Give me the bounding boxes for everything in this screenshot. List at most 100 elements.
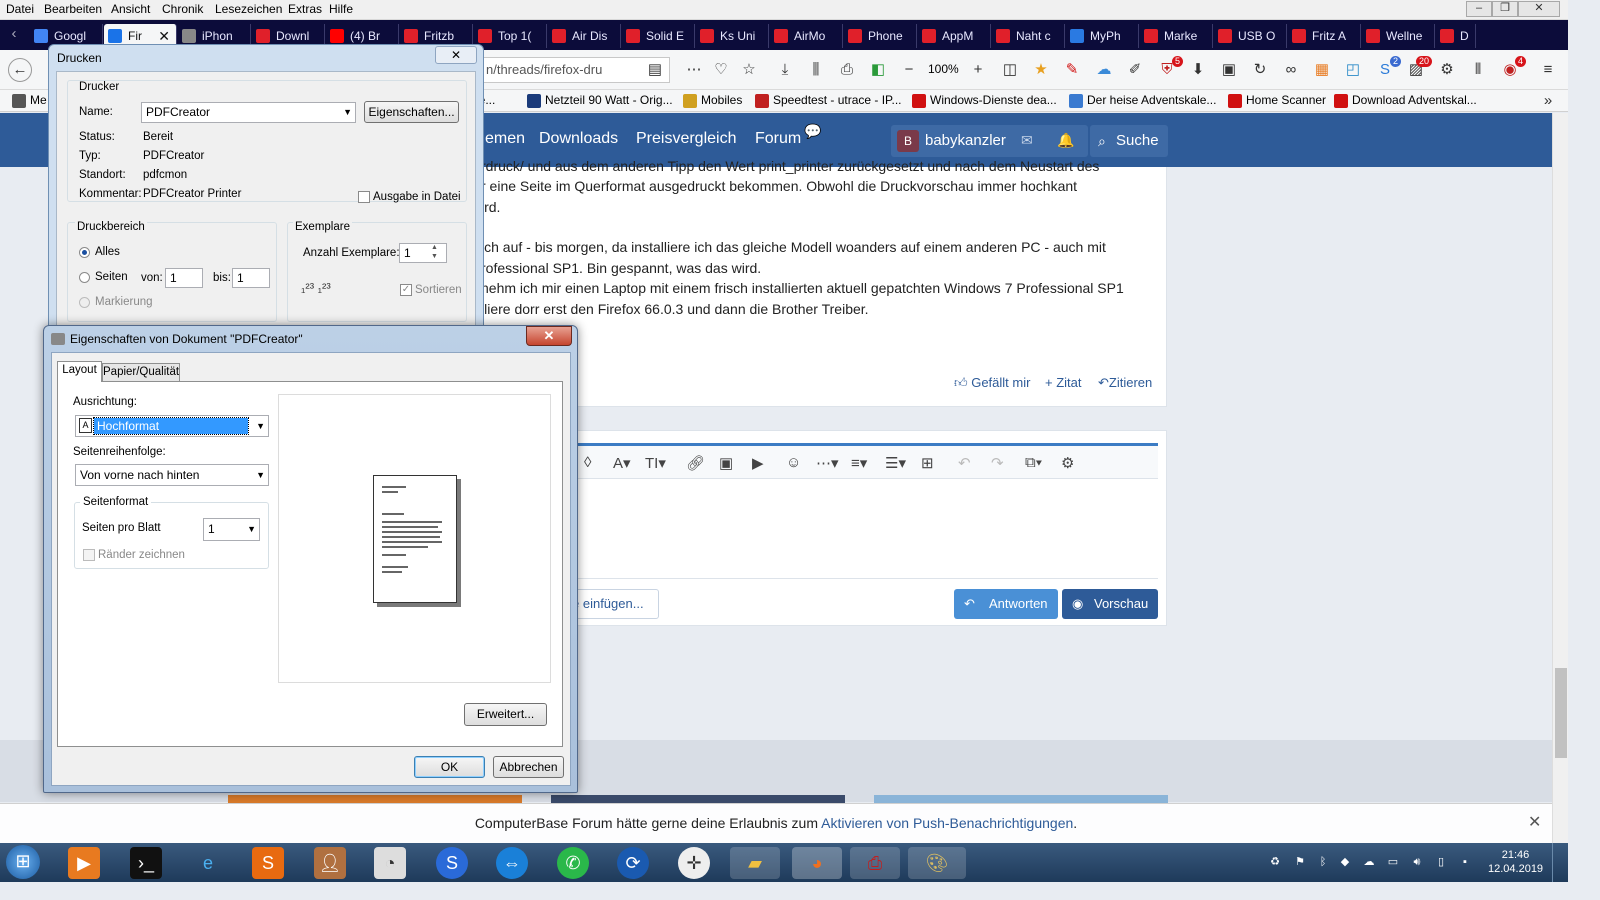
extension-pencil-icon[interactable]: ✐ xyxy=(1125,60,1145,80)
clock-app-icon[interactable]: ◔ xyxy=(374,847,406,879)
menu-bearbeiten[interactable]: Bearbeiten xyxy=(44,2,102,16)
like-button[interactable]: 👍︎ Gefällt mir xyxy=(954,375,1030,391)
menu-lesezeichen[interactable]: Lesezeichen xyxy=(215,2,282,16)
more-icon[interactable]: ⋯▾ xyxy=(816,454,839,472)
range-selection-radio[interactable] xyxy=(79,297,90,308)
browser-tab[interactable]: Phone xyxy=(844,24,917,48)
explorer-icon[interactable]: ▰ xyxy=(730,847,780,879)
extension-cloud-icon[interactable]: ☁ xyxy=(1094,60,1114,80)
copies-input[interactable]: 1 xyxy=(399,243,447,263)
zoom-level[interactable]: 100% xyxy=(928,62,959,76)
bookmark-item[interactable]: Der heise Adventskale... xyxy=(1069,93,1216,108)
nav-themen[interactable]: emen xyxy=(485,130,525,148)
printer-taskbar-icon[interactable]: ⎙ xyxy=(850,847,900,879)
font-icon[interactable]: A▾ xyxy=(613,454,631,472)
extension-glasses-icon[interactable]: ∞ xyxy=(1281,60,1301,80)
color-icon[interactable]: ◊ xyxy=(584,454,591,471)
quote-plus-button[interactable]: + Zitat xyxy=(1045,375,1082,390)
contacts-icon[interactable]: 👤︎ xyxy=(314,847,346,879)
cmd-icon[interactable]: ›_ xyxy=(130,847,162,879)
preview-button[interactable]: ◉ Vorschau xyxy=(1062,589,1158,619)
tray-flag-icon[interactable]: ⚑ xyxy=(1293,855,1307,869)
range-pages-radio[interactable] xyxy=(79,272,90,283)
menu-chronik[interactable]: Chronik xyxy=(162,2,203,16)
browser-tab[interactable]: USB O xyxy=(1214,24,1287,48)
minimize-button[interactable]: – xyxy=(1466,1,1492,17)
tray-network-icon[interactable]: ♻ xyxy=(1268,855,1282,869)
reader-view-icon[interactable]: ▤ xyxy=(645,60,665,80)
extension-green-icon[interactable]: ◧ xyxy=(868,60,888,80)
nav-downloads[interactable]: Downloads xyxy=(539,130,618,148)
pocket-icon[interactable]: ♡ xyxy=(711,60,731,80)
font-size-icon[interactable]: TI▾ xyxy=(645,454,666,472)
browser-tab[interactable]: Ks Uni xyxy=(696,24,769,48)
compass-icon[interactable]: ✛ xyxy=(678,847,710,879)
print-to-file-checkbox[interactable] xyxy=(358,191,370,203)
range-all-radio[interactable] xyxy=(79,247,90,258)
browser-tab[interactable]: Marke xyxy=(1140,24,1213,48)
list-icon[interactable]: ☰▾ xyxy=(885,454,906,472)
print-dialog-close-button[interactable]: ✕ xyxy=(435,46,477,64)
paint-taskbar-icon[interactable]: 🎨︎ xyxy=(908,847,966,879)
hamburger-menu-icon[interactable]: ≡ xyxy=(1538,60,1558,80)
window-close-button[interactable]: ✕ xyxy=(1518,1,1560,17)
align-icon[interactable]: ≡▾ xyxy=(851,454,867,472)
browser-tab[interactable]: D xyxy=(1436,24,1476,48)
to-page-input[interactable]: 1 xyxy=(232,268,270,288)
tray-phone-icon[interactable]: ▯ xyxy=(1434,855,1448,869)
extension-save-icon[interactable]: ◰ xyxy=(1343,60,1363,80)
bookmark-item[interactable]: Netzteil 90 Watt - Orig... xyxy=(527,93,673,108)
sync-icon[interactable]: ⟳ xyxy=(617,847,649,879)
copies-spinner-icon[interactable]: ▲ ▼ xyxy=(431,243,438,261)
undo-icon[interactable]: ↶ xyxy=(958,454,971,472)
browser-tab[interactable]: Naht c xyxy=(992,24,1065,48)
bookmark-item[interactable]: Mobiles xyxy=(683,93,742,108)
start-button-icon[interactable]: ⊞ xyxy=(6,845,40,879)
tray-cloud-icon[interactable]: ☁ xyxy=(1362,855,1376,869)
user-menu[interactable]: B babykanzler ✉ 🔔 xyxy=(891,125,1088,157)
extension-red-icon[interactable]: ◉ 4 xyxy=(1500,56,1526,80)
firefox-taskbar-icon[interactable]: ◕ xyxy=(792,847,842,879)
page-scrollbar[interactable] xyxy=(1552,113,1568,843)
quote-button[interactable]: ↶Zitieren xyxy=(1098,375,1152,391)
media-icon[interactable]: ▶ xyxy=(752,454,764,472)
scrollbar-thumb[interactable] xyxy=(1555,668,1567,758)
redo-icon[interactable]: ↷ xyxy=(991,454,1004,472)
browser-tab[interactable]: Top 1( xyxy=(474,24,547,48)
extension-download-icon[interactable]: ⬇ xyxy=(1188,60,1208,80)
bell-icon[interactable]: 🔔 xyxy=(1057,132,1074,149)
tray-bluetooth-icon[interactable]: ᛒ xyxy=(1316,855,1330,869)
extension-pen-icon[interactable]: ✎ xyxy=(1062,60,1082,80)
reply-button[interactable]: ↶ Antworten xyxy=(954,589,1058,619)
page-order-select[interactable]: Von vorne nach hinten ▼ xyxy=(75,464,269,486)
menu-ansicht[interactable]: Ansicht xyxy=(111,2,150,16)
teaser-image[interactable] xyxy=(228,795,522,803)
settings-icon[interactable]: ⚙ xyxy=(1061,454,1074,472)
tray-app-icon[interactable]: ◆ xyxy=(1338,855,1352,869)
browser-tab[interactable]: Wellne xyxy=(1362,24,1435,48)
bookmarks-overflow-icon[interactable]: » xyxy=(1538,91,1558,111)
smiley-icon[interactable]: ☺ xyxy=(786,454,801,471)
tab-layout[interactable]: Layout xyxy=(57,361,102,382)
url-input[interactable]: n/threads/firefox-dru xyxy=(480,57,670,83)
menu-hilfe[interactable]: Hilfe xyxy=(329,2,353,16)
shazam-icon[interactable]: S xyxy=(436,847,468,879)
browser-tab[interactable]: Solid E xyxy=(622,24,695,48)
properties-close-button[interactable]: ✕ xyxy=(526,326,572,346)
image-icon[interactable]: ▣ xyxy=(719,454,733,472)
extension-screenshot-icon[interactable]: ▨ 20 xyxy=(1406,56,1432,80)
pages-per-sheet-select[interactable]: 1 ▼ xyxy=(203,518,260,541)
link-icon[interactable]: 🔗︎ xyxy=(686,454,705,472)
advanced-button[interactable]: Erweitert... xyxy=(464,703,547,726)
whatsapp-icon[interactable]: ✆ xyxy=(557,847,589,879)
back-icon[interactable]: ← xyxy=(8,58,32,82)
teaser-image[interactable] xyxy=(551,795,845,803)
extension-shield-icon[interactable]: ⛨ 5 xyxy=(1157,56,1183,80)
page-actions-icon[interactable]: ⋯ xyxy=(684,60,704,80)
extension-gear-icon[interactable]: ⚙ xyxy=(1437,60,1457,80)
browser-tab[interactable]: Air Dis xyxy=(548,24,621,48)
sidebar-icon[interactable]: ◫ xyxy=(1000,60,1020,80)
zoom-out-icon[interactable]: − xyxy=(899,60,919,80)
library-icon[interactable]: ⫼ xyxy=(806,60,826,80)
extension-book-icon[interactable]: ▣ xyxy=(1219,60,1239,80)
